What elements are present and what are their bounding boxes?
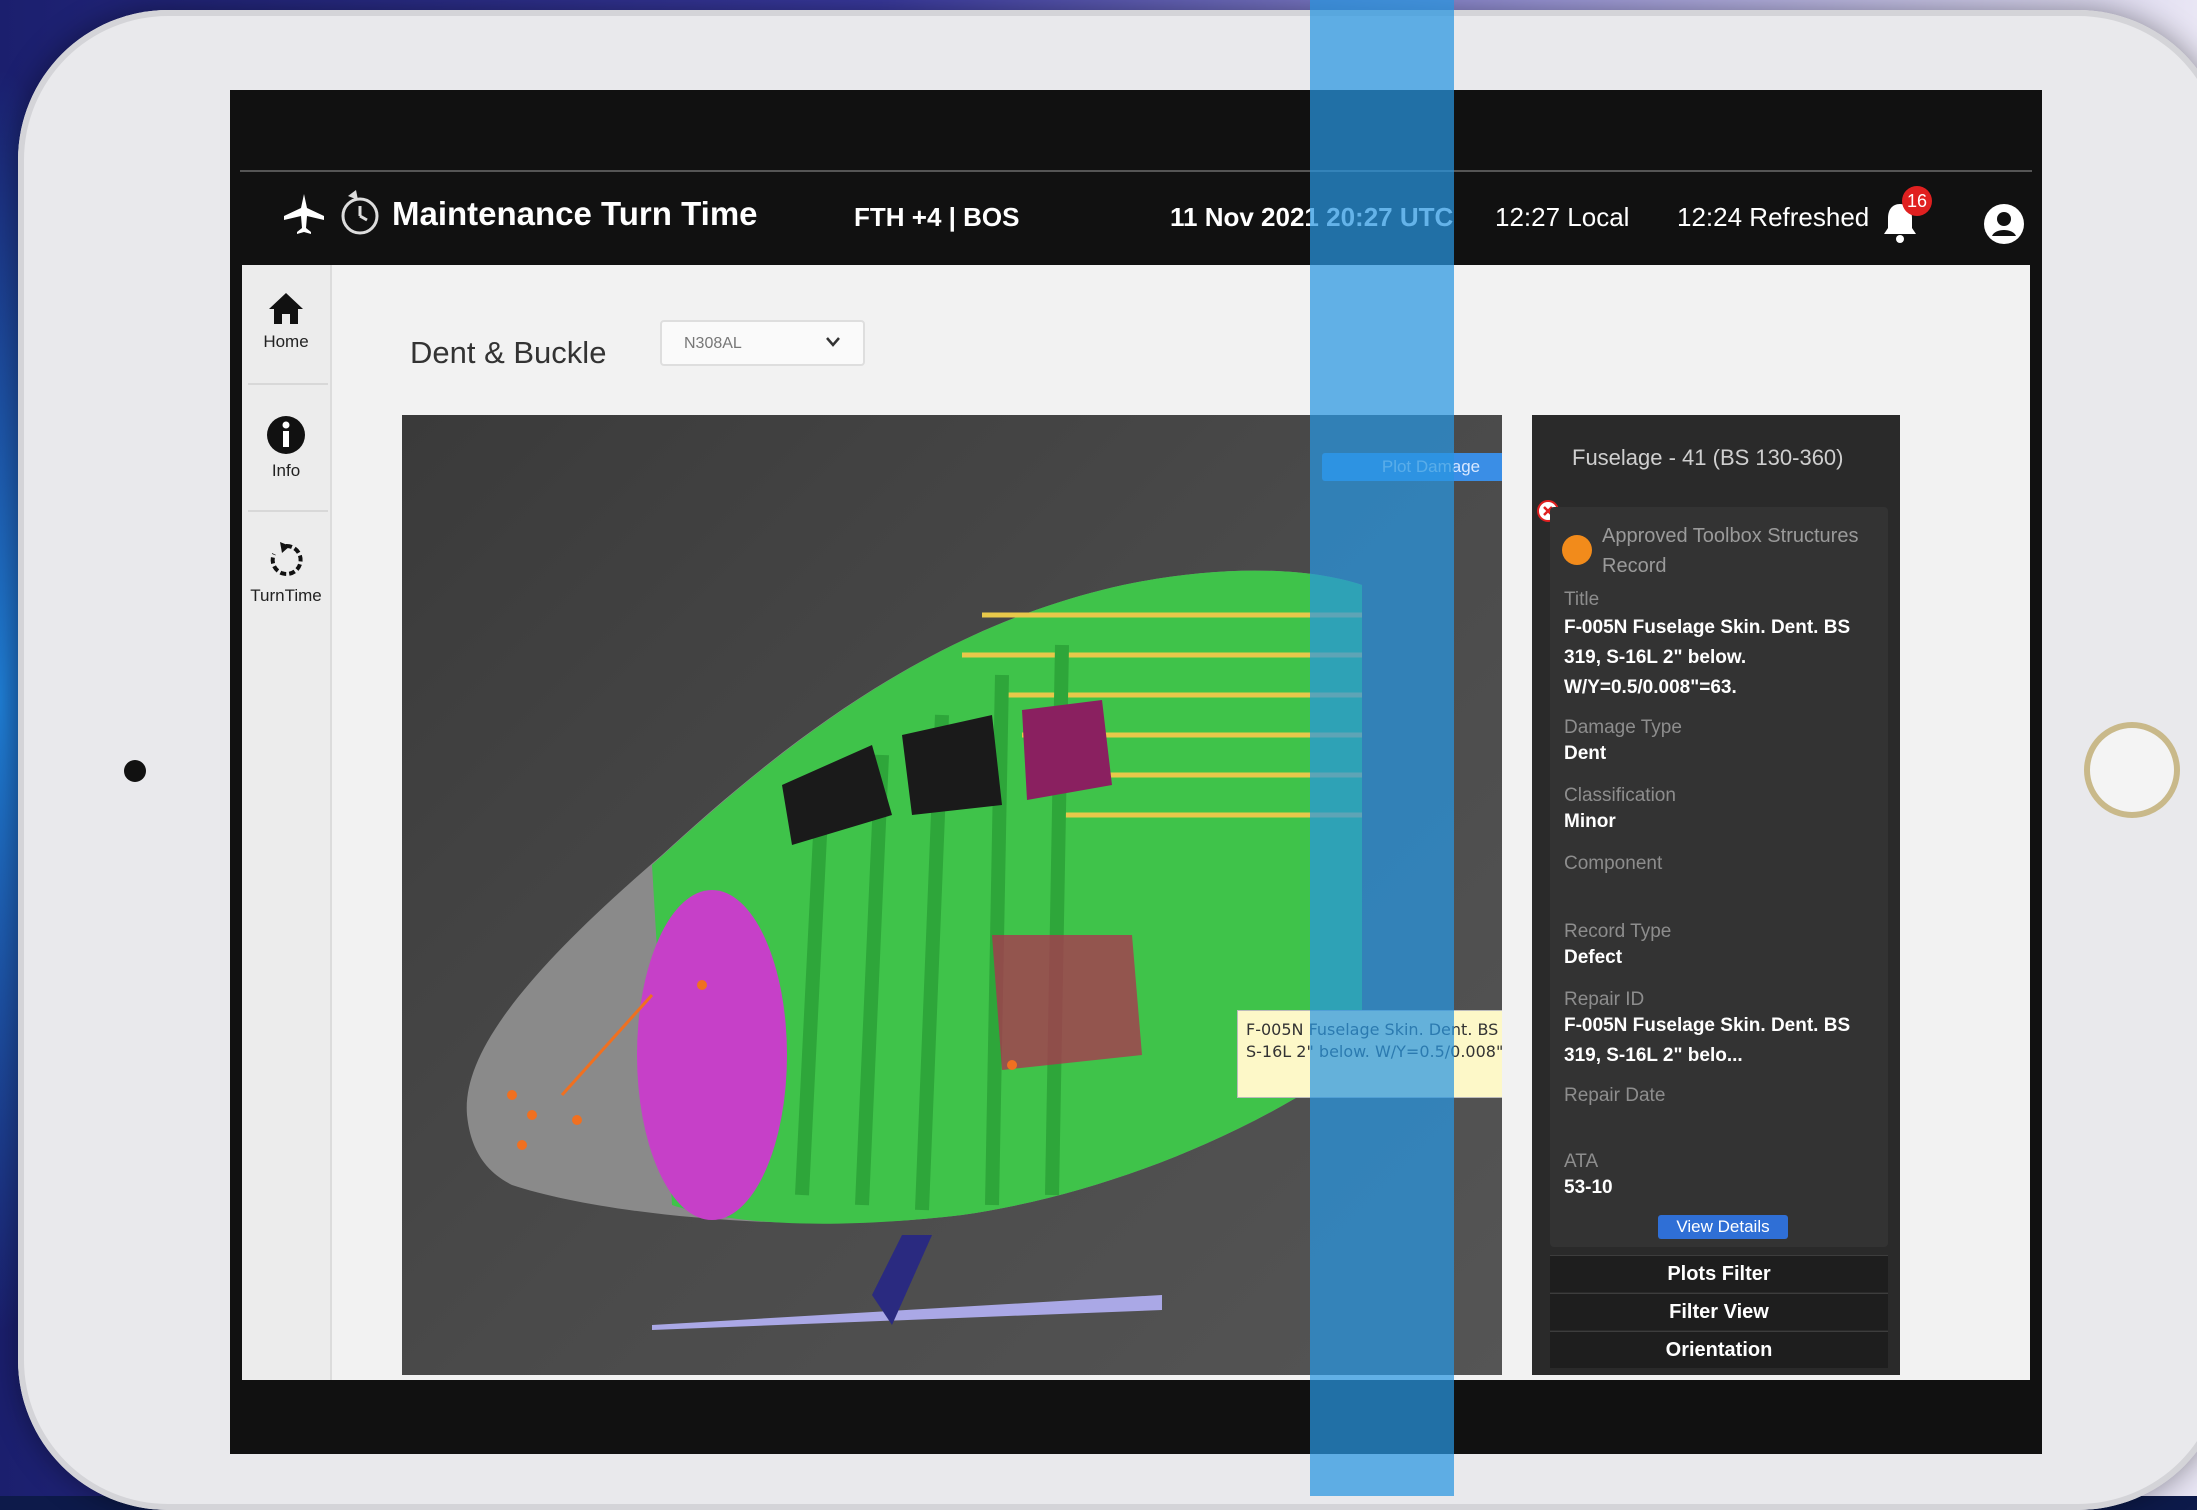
aircraft-select[interactable]: N308AL: [660, 320, 865, 366]
field-label: Repair Date: [1564, 1085, 1666, 1106]
field-label: Component: [1564, 853, 1663, 874]
orientation-button[interactable]: Orientation: [1550, 1331, 1888, 1368]
record-card: Approved Toolbox Structures Record Title…: [1550, 507, 1888, 1247]
sidebar-item-turntime[interactable]: TurnTime: [242, 540, 330, 606]
sidebar-item-label: Info: [271, 461, 301, 480]
app-body: Home Info TurnTime Dent & Buckle N308AL …: [242, 265, 2030, 1380]
page-title: Dent & Buckle: [410, 335, 607, 370]
field-label: Record Type: [1564, 921, 1672, 942]
info-icon: [267, 416, 305, 454]
notification-badge: 16: [1902, 186, 1932, 216]
refresh-icon: [270, 542, 303, 576]
chevron-down-icon: [826, 337, 840, 347]
field-value-record-type: Defect: [1564, 947, 1623, 968]
sidebar-item-info[interactable]: Info: [242, 415, 330, 481]
overlay-stripe: [1310, 0, 1454, 1496]
field-value-ata: 53-10: [1564, 1177, 1613, 1198]
field-label: Title: [1564, 589, 1600, 610]
nav-divider: [248, 510, 328, 512]
record-panel: Fuselage - 41 (BS 130-360) Approved Tool…: [1532, 415, 1900, 1375]
sidebar: Home Info TurnTime: [242, 265, 332, 1380]
tablet-frame: Maintenance Turn Time FTH +4 | BOS 11 No…: [18, 10, 2197, 1510]
home-hardware-button[interactable]: [2084, 722, 2180, 818]
field-value-damage-type: Dent: [1564, 743, 1607, 764]
sidebar-item-label: TurnTime: [250, 586, 322, 605]
airplane-icon: [284, 194, 324, 234]
turn-time-logo-icon: [341, 190, 379, 235]
field-value-classification: Minor: [1564, 811, 1616, 832]
app-title: Maintenance Turn Time: [392, 195, 758, 232]
camera-dot: [124, 760, 146, 782]
record-status-dot: [1562, 535, 1592, 565]
sidebar-item-label: Home: [263, 332, 309, 351]
field-value-title: F-005N Fuselage Skin. Dent. BS 319, S-16…: [1564, 617, 1851, 698]
aircraft-select-value: N308AL: [684, 335, 742, 352]
field-label: Classification: [1564, 785, 1676, 806]
field-label: Repair ID: [1564, 989, 1645, 1010]
refreshed-time: 12:24 Refreshed: [1677, 202, 1870, 232]
status-divider: [240, 170, 2032, 172]
station-label: FTH +4 | BOS: [854, 202, 1020, 232]
field-label: Damage Type: [1564, 717, 1682, 738]
nav-divider: [248, 383, 328, 385]
plots-filter-button[interactable]: Plots Filter: [1550, 1255, 1888, 1292]
field-value-repair-id: F-005N Fuselage Skin. Dent. BS 319, S-16…: [1564, 1015, 1851, 1066]
record-header: Approved Toolbox Structures Record: [1602, 525, 1859, 577]
panel-title: Fuselage - 41 (BS 130-360): [1572, 445, 1844, 470]
view-details-button[interactable]: View Details: [1658, 1215, 1788, 1239]
sidebar-item-home[interactable]: Home: [242, 290, 330, 352]
filter-view-button[interactable]: Filter View: [1550, 1293, 1888, 1330]
local-time: 12:27 Local: [1495, 202, 1630, 232]
field-label: ATA: [1564, 1151, 1599, 1172]
user-icon[interactable]: [1982, 202, 2026, 246]
home-icon: [269, 293, 303, 324]
screen: Maintenance Turn Time FTH +4 | BOS 11 No…: [230, 90, 2042, 1454]
